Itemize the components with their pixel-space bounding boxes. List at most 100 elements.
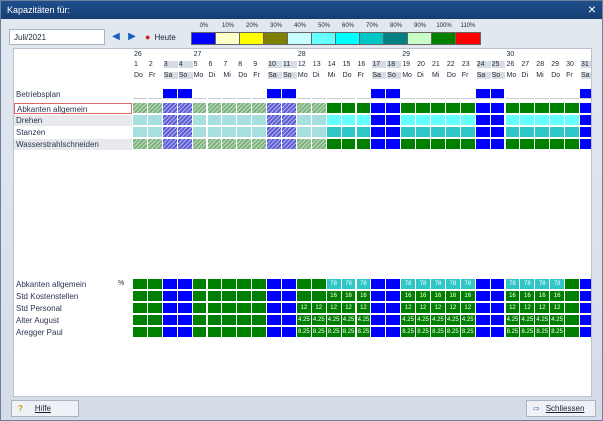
resource-cell[interactable]: 12: [431, 303, 445, 313]
plan-cell[interactable]: [386, 139, 401, 149]
resource-cell[interactable]: [177, 303, 192, 313]
plan-cell[interactable]: [162, 139, 177, 149]
resource-cell[interactable]: [296, 279, 311, 289]
resource-cell[interactable]: 4.25: [296, 315, 311, 325]
resource-cell[interactable]: [162, 315, 177, 325]
resource-cell[interactable]: [252, 327, 267, 337]
resource-cell[interactable]: 8.25: [296, 327, 311, 337]
help-button[interactable]: ? Hilfe: [11, 400, 79, 417]
resource-cell[interactable]: 8.25: [535, 327, 550, 337]
resource-cell[interactable]: [192, 315, 207, 325]
plan-cell[interactable]: [386, 115, 401, 125]
resource-cell[interactable]: 8.25: [550, 327, 565, 337]
resource-cell[interactable]: 12: [520, 303, 535, 313]
plan-cell[interactable]: [505, 139, 520, 149]
plan-cell[interactable]: [311, 115, 326, 125]
resource-cell[interactable]: 16: [460, 291, 475, 301]
resource-cell[interactable]: [371, 303, 386, 313]
plan-cell[interactable]: [401, 139, 416, 149]
resource-cell[interactable]: [237, 303, 252, 313]
resource-cell[interactable]: 78: [341, 279, 356, 289]
resource-cell[interactable]: [252, 315, 267, 325]
resource-cell[interactable]: [371, 279, 386, 289]
plan-cell[interactable]: [490, 89, 505, 99]
plan-cell[interactable]: [162, 89, 177, 99]
plan-cell[interactable]: [580, 115, 591, 125]
resource-cell[interactable]: 4.25: [550, 315, 565, 325]
plan-cell[interactable]: [401, 115, 416, 125]
resource-cell[interactable]: 12: [505, 303, 520, 313]
resource-cell[interactable]: [267, 327, 281, 337]
plan-cell[interactable]: [296, 89, 311, 99]
plan-cell[interactable]: [326, 115, 341, 125]
resource-cell[interactable]: [490, 303, 505, 313]
resource-row-label[interactable]: Aregger Paul: [14, 327, 132, 338]
plan-cell[interactable]: [371, 127, 386, 137]
plan-cell[interactable]: [386, 103, 401, 113]
plan-cell[interactable]: [550, 103, 565, 113]
resource-cell[interactable]: [386, 327, 401, 337]
resource-cell[interactable]: [490, 291, 505, 301]
resource-cell[interactable]: 78: [326, 279, 341, 289]
resource-cell[interactable]: [133, 291, 147, 301]
plan-cell[interactable]: [147, 89, 162, 99]
plan-cell[interactable]: [445, 89, 460, 99]
resource-cell[interactable]: [207, 291, 222, 301]
plan-cell[interactable]: [520, 139, 535, 149]
plan-cell[interactable]: [296, 115, 311, 125]
resource-cell[interactable]: [147, 279, 162, 289]
plan-cell[interactable]: [520, 103, 535, 113]
close-button[interactable]: ⇨ Schliessen: [526, 400, 596, 417]
resource-cell[interactable]: [267, 291, 281, 301]
plan-cell[interactable]: [177, 89, 192, 99]
resource-cell[interactable]: 16: [416, 291, 430, 301]
plan-cell[interactable]: [311, 103, 326, 113]
resource-cell[interactable]: 78: [520, 279, 535, 289]
resource-cell[interactable]: 8.25: [326, 327, 341, 337]
plan-row-label[interactable]: Drehen: [14, 115, 132, 126]
plan-cell[interactable]: [162, 103, 177, 113]
plan-cell[interactable]: [356, 127, 371, 137]
resource-cell[interactable]: 78: [505, 279, 520, 289]
resource-cell[interactable]: [371, 315, 386, 325]
plan-cell[interactable]: [207, 103, 222, 113]
resource-cell[interactable]: 12: [311, 303, 326, 313]
plan-cell[interactable]: [475, 115, 490, 125]
plan-cell[interactable]: [416, 115, 430, 125]
plan-cell[interactable]: [341, 139, 356, 149]
plan-cell[interactable]: [535, 103, 550, 113]
plan-cell[interactable]: [431, 115, 445, 125]
resource-cell[interactable]: 12: [341, 303, 356, 313]
plan-cell[interactable]: [490, 139, 505, 149]
plan-cell[interactable]: [460, 89, 475, 99]
plan-cell[interactable]: [237, 103, 252, 113]
plan-cell[interactable]: [445, 139, 460, 149]
resource-cell[interactable]: [222, 315, 237, 325]
plan-cell[interactable]: [147, 115, 162, 125]
plan-cell[interactable]: [371, 103, 386, 113]
plan-cell[interactable]: [296, 139, 311, 149]
resource-cell[interactable]: [267, 303, 281, 313]
resource-cell[interactable]: 4.25: [401, 315, 416, 325]
resource-cell[interactable]: [162, 327, 177, 337]
plan-cell[interactable]: [386, 89, 401, 99]
plan-cell[interactable]: [341, 127, 356, 137]
resource-cell[interactable]: [580, 291, 591, 301]
resource-cell[interactable]: 16: [341, 291, 356, 301]
resource-cell[interactable]: 78: [460, 279, 475, 289]
resource-cell[interactable]: 12: [326, 303, 341, 313]
resource-cell[interactable]: [565, 315, 579, 325]
plan-cell[interactable]: [177, 115, 192, 125]
plan-cell[interactable]: [445, 127, 460, 137]
plan-cell[interactable]: [282, 103, 296, 113]
resource-cell[interactable]: 8.25: [520, 327, 535, 337]
resource-cell[interactable]: [565, 279, 579, 289]
resource-cell[interactable]: [580, 327, 591, 337]
plan-cell[interactable]: [147, 127, 162, 137]
plan-cell[interactable]: [192, 115, 207, 125]
plan-cell[interactable]: [207, 115, 222, 125]
resource-cell[interactable]: [147, 315, 162, 325]
plan-cell[interactable]: [371, 89, 386, 99]
resource-cell[interactable]: [386, 279, 401, 289]
resource-cell[interactable]: [147, 327, 162, 337]
